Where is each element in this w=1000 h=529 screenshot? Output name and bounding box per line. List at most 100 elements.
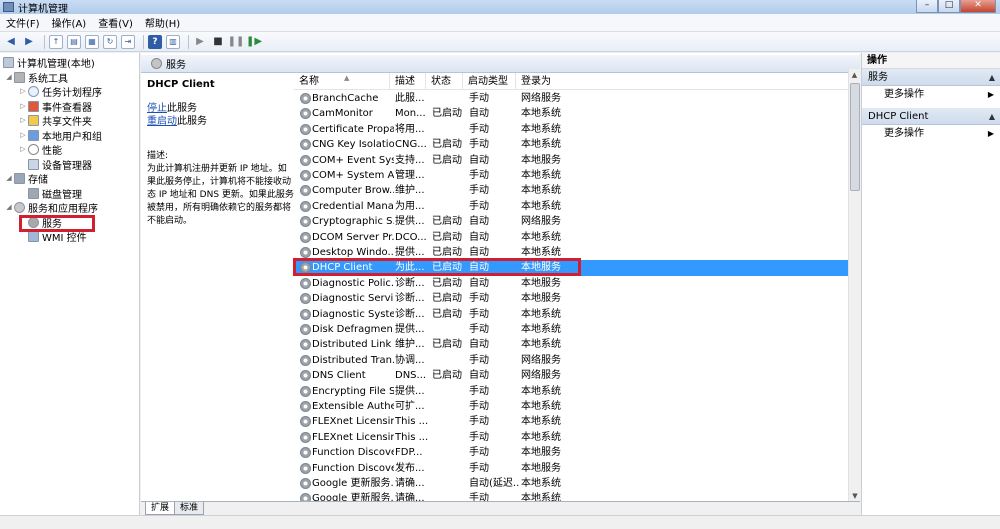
table-row[interactable]: COM+ Event Sys...支持... 已启动自动 本地服务 xyxy=(294,153,848,168)
table-row[interactable]: CamMonitor Mon... 已启动 自动 本地系统 xyxy=(294,106,848,121)
cell-status: 已启动 xyxy=(432,308,462,320)
help-icon[interactable]: ? xyxy=(148,34,162,49)
table-row[interactable]: Encrypting File S...提供... 手动 本地系统 xyxy=(294,384,848,399)
table-row[interactable]: Diagnostic Servi... 诊断... 已启动 手动 本地服务 xyxy=(294,291,848,306)
cell-status: 已启动 xyxy=(432,154,462,166)
tree-root[interactable]: 计算机管理(本地) xyxy=(3,55,95,70)
expand-icon[interactable]: ▷ xyxy=(18,131,28,139)
table-row[interactable]: COM+ System A...管理... 手动 本地系统 xyxy=(294,168,848,183)
service-gear-icon xyxy=(300,154,311,166)
show-tree-icon[interactable]: ▤ xyxy=(67,34,81,49)
tree-item-task-scheduler[interactable]: ▷ 任务计划程序 xyxy=(18,84,102,99)
up-folder-icon[interactable]: ↑ xyxy=(49,34,63,49)
tree-item-storage[interactable]: ◢ 存储 xyxy=(4,171,48,186)
more-actions-dhcp[interactable]: 更多操作 ▶ xyxy=(862,125,1000,142)
expand-icon[interactable]: ▷ xyxy=(18,145,28,153)
column-header-name[interactable]: ▲ 名称 xyxy=(294,73,390,90)
table-row-selected[interactable]: DHCP Client 为此... 已启动 自动 本地服务 xyxy=(294,260,848,276)
back-arrow-icon[interactable]: ◀ xyxy=(4,35,18,49)
table-row[interactable]: FLEXnet Licensin...This ... 手动 本地系统 xyxy=(294,430,848,445)
tree-item-local-users[interactable]: ▷ 本地用户和组 xyxy=(18,128,102,143)
cell-desc: 提供... xyxy=(395,324,425,335)
show-action-pane-icon[interactable]: ▥ xyxy=(166,34,180,49)
navigation-tree: 计算机管理(本地) ◢ 系统工具 ▷ 任务计划程序 ▷ 事件查看器 ▷ 共享文件… xyxy=(0,53,140,515)
table-row[interactable]: Credential Mana...为用... 手动 本地系统 xyxy=(294,199,848,214)
service-gear-icon xyxy=(300,308,311,320)
table-row[interactable]: Certificate Propa...将用... 手动 本地系统 xyxy=(294,122,848,137)
expand-icon[interactable]: ▷ xyxy=(18,102,28,110)
tree-item-label: 系统工具 xyxy=(28,73,68,85)
pause-service-icon[interactable]: ❚❚ xyxy=(228,35,245,49)
table-row[interactable]: Distributed Tran... 协调... 手动 网络服务 xyxy=(294,353,848,368)
column-header-description[interactable]: 描述 xyxy=(390,73,426,90)
cell-name: Function Discove... xyxy=(312,462,394,474)
column-header-logon-as[interactable]: 登录为 xyxy=(516,73,848,90)
more-actions-services[interactable]: 更多操作 ▶ xyxy=(862,86,1000,103)
tree-item-services-apps[interactable]: ◢ 服务和应用程序 xyxy=(4,200,98,215)
forward-arrow-icon[interactable]: ▶ xyxy=(22,35,36,49)
collapse-icon[interactable]: ◢ xyxy=(4,203,14,211)
maximize-button[interactable]: □ xyxy=(938,0,960,13)
collapse-icon[interactable]: ◢ xyxy=(4,174,14,182)
table-row[interactable]: Disk Defragmen... 提供... 手动 本地系统 xyxy=(294,322,848,337)
tree-item-disk-management[interactable]: 磁盘管理 xyxy=(18,186,82,201)
tree-item-system-tools[interactable]: ◢ 系统工具 xyxy=(4,70,68,85)
cell-desc: 将用... xyxy=(395,123,425,135)
start-service-icon[interactable]: ▶ xyxy=(193,35,207,49)
refresh-icon[interactable]: ↻ xyxy=(103,34,117,49)
column-header-status[interactable]: 状态 xyxy=(426,73,463,90)
tree-item-services[interactable]: 服务 xyxy=(18,215,62,230)
table-row[interactable]: Distributed Link ...维护... 已启动自动 本地系统 xyxy=(294,337,848,352)
table-row[interactable]: Diagnostic Polic... 诊断... 已启动 自动 本地服务 xyxy=(294,276,848,291)
actions-section-dhcp[interactable]: DHCP Client ▲ xyxy=(862,108,1000,125)
scroll-up-icon[interactable]: ▲ xyxy=(849,69,860,81)
more-actions-label: 更多操作 xyxy=(884,128,924,139)
table-row[interactable]: Google 更新服务... 请确... 自动(延迟... 本地系统 xyxy=(294,476,848,491)
menu-file[interactable]: 文件(F) xyxy=(6,15,40,30)
table-row[interactable]: Google 更新服务... 请确... 手动 本地系统 xyxy=(294,491,848,501)
cell-logon: 本地系统 xyxy=(521,123,561,135)
table-row[interactable]: Function Discove...发布... 手动 本地服务 xyxy=(294,461,848,476)
actions-section-services[interactable]: 服务 ▲ xyxy=(862,69,1000,86)
menu-action[interactable]: 操作(A) xyxy=(52,15,87,30)
tree-item-label: 服务 xyxy=(42,218,62,230)
cell-startup: 手动 xyxy=(469,447,489,459)
export-list-icon[interactable]: ⇥ xyxy=(121,34,135,49)
table-row[interactable]: BranchCache 此服... 手动 网络服务 xyxy=(294,91,848,106)
table-row[interactable]: DNS Client DNS... 已启动 自动 网络服务 xyxy=(294,368,848,383)
expand-icon[interactable]: ▷ xyxy=(18,116,28,124)
collapse-icon[interactable]: ◢ xyxy=(4,73,14,81)
cell-startup: 手动 xyxy=(469,385,489,397)
table-row[interactable]: Computer Brow... 维护... 手动 本地系统 xyxy=(294,183,848,198)
tab-standard[interactable]: 标准 xyxy=(174,502,205,515)
tree-item-label: WMI 控件 xyxy=(42,232,87,244)
tree-item-event-viewer[interactable]: ▷ 事件查看器 xyxy=(18,99,92,114)
table-row[interactable]: CNG Key Isolation CNG... 已启动 手动 本地系统 xyxy=(294,137,848,152)
table-row[interactable]: Diagnostic Syste...诊断... 已启动手动 本地系统 xyxy=(294,307,848,322)
tab-extended[interactable]: 扩展 xyxy=(145,502,176,515)
table-row[interactable]: Function Discove...FDP... 手动 本地服务 xyxy=(294,445,848,460)
tree-item-performance[interactable]: ▷ 性能 xyxy=(18,142,62,157)
vertical-scrollbar[interactable]: ▲ ▼ xyxy=(848,69,860,502)
minimize-button[interactable]: – xyxy=(916,0,938,13)
close-button[interactable]: ✕ xyxy=(960,0,996,13)
menu-view[interactable]: 查看(V) xyxy=(98,15,133,30)
table-row[interactable]: FLEXnet Licensin...This ... 手动 本地系统 xyxy=(294,414,848,429)
table-row[interactable]: Desktop Windo... 提供... 已启动 自动 本地系统 xyxy=(294,245,848,260)
stop-service-icon[interactable]: ■ xyxy=(211,35,225,49)
table-row[interactable]: Extensible Authe...可扩... 手动 本地系统 xyxy=(294,399,848,414)
stop-service-link[interactable]: 停止 xyxy=(147,103,167,114)
restart-service-link[interactable]: 重启动 xyxy=(147,116,177,127)
tree-item-shared-folders[interactable]: ▷ 共享文件夹 xyxy=(18,113,92,128)
menu-help[interactable]: 帮助(H) xyxy=(145,15,180,30)
restart-service-icon[interactable]: ❚▶ xyxy=(246,35,262,49)
tree-item-device-manager[interactable]: 设备管理器 xyxy=(18,157,92,172)
expand-icon[interactable]: ▷ xyxy=(18,87,28,95)
table-row[interactable]: Cryptographic S... 提供... 已启动 自动 网络服务 xyxy=(294,214,848,229)
tree-item-wmi[interactable]: WMI 控件 xyxy=(18,229,87,244)
column-header-startup-type[interactable]: 启动类型 xyxy=(463,73,516,90)
properties-icon[interactable]: ▦ xyxy=(85,34,99,49)
cell-desc: 协调... xyxy=(395,354,425,366)
table-row[interactable]: DCOM Server Pr... DCO... 已启动 自动 本地系统 xyxy=(294,230,848,245)
scroll-thumb[interactable] xyxy=(850,83,860,191)
